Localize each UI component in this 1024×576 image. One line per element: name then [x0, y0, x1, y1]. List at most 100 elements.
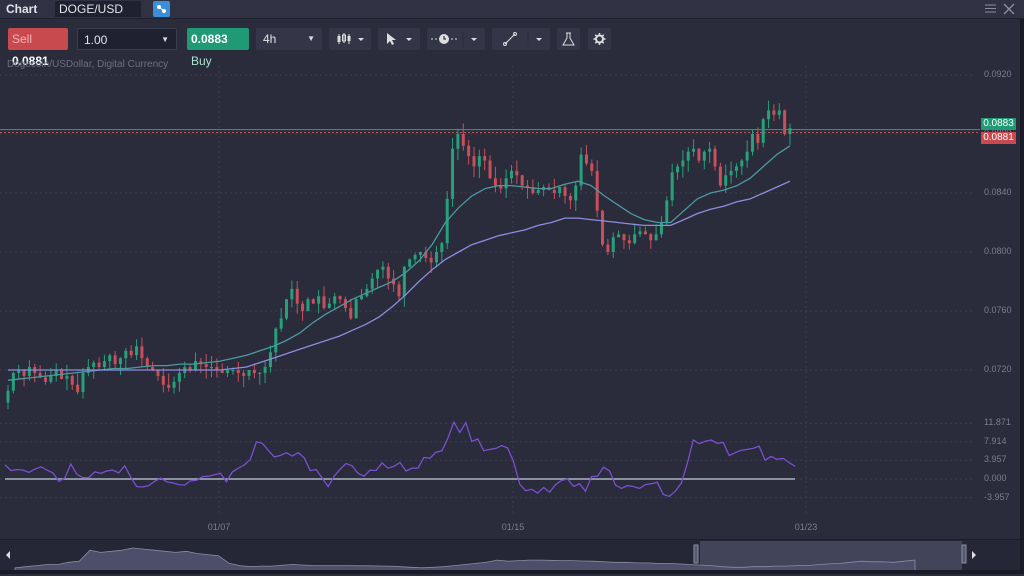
candle-body	[493, 178, 497, 186]
candle-body	[584, 154, 588, 164]
navigator-left-handle[interactable]	[693, 544, 699, 564]
candle-body	[718, 166, 722, 186]
candle-body	[783, 110, 787, 134]
candle-body	[370, 278, 374, 289]
candle-body	[306, 299, 310, 311]
candle-body	[777, 110, 781, 115]
right-border	[1020, 19, 1024, 574]
candle-body	[418, 252, 422, 255]
price-axis-label: 0.0800	[984, 246, 1012, 256]
candle-body	[360, 296, 364, 300]
candle-body	[236, 370, 240, 373]
candle-body	[429, 257, 433, 263]
candle-body	[301, 303, 305, 311]
candle-body	[568, 195, 572, 201]
candle-body	[102, 361, 106, 368]
candle-body	[97, 362, 101, 368]
candle-body	[290, 288, 294, 300]
candle-body	[440, 243, 444, 252]
candle-body	[574, 185, 578, 201]
candle-body	[317, 296, 321, 304]
bid-price-tag: 0.0881	[981, 132, 1016, 144]
candle-body	[274, 328, 278, 353]
candle-body	[740, 160, 744, 167]
price-chart[interactable]: 01/07 01/15 01/23	[0, 0, 1020, 540]
candle-body	[354, 299, 358, 319]
candle-body	[381, 266, 385, 270]
candle-body	[242, 372, 246, 376]
candle-body	[665, 200, 669, 223]
scroll-left-icon[interactable]	[6, 551, 10, 559]
price-axis-label: 0.0760	[984, 305, 1012, 315]
scroll-right-icon[interactable]	[972, 551, 976, 559]
candle-body	[467, 145, 471, 157]
candle-body	[788, 128, 792, 134]
candle-body	[724, 175, 728, 186]
candle-body	[43, 377, 47, 382]
candle-body	[263, 367, 267, 373]
candle-body	[338, 296, 342, 300]
candle-body	[322, 296, 326, 309]
candle-body	[210, 367, 214, 369]
candle-body	[135, 346, 139, 356]
candle-body	[76, 384, 80, 393]
candle-body	[6, 390, 10, 403]
candle-body	[247, 370, 251, 376]
candle-body	[434, 252, 438, 263]
candle-body	[172, 381, 176, 388]
navigator-right-handle[interactable]	[961, 544, 967, 564]
candle-body	[558, 187, 562, 193]
time-axis-label: 01/07	[208, 522, 231, 532]
candle-body	[579, 154, 583, 186]
ask-price-tag: 0.0883	[981, 118, 1016, 130]
candle-body	[649, 234, 653, 241]
candle-body	[81, 372, 85, 393]
candle-body	[279, 318, 283, 329]
candle-body	[376, 269, 380, 279]
candle-body	[65, 375, 69, 379]
navigator[interactable]	[0, 539, 1020, 572]
candle-body	[108, 355, 112, 362]
osc-axis-label: 3.957	[984, 454, 1007, 465]
candle-body	[49, 375, 53, 382]
candle-body	[761, 119, 765, 143]
candle-body	[477, 156, 481, 167]
candle-body	[601, 210, 605, 245]
candle-body	[295, 288, 299, 304]
candle-body	[167, 384, 171, 388]
candle-body	[643, 231, 647, 235]
price-axis-label: 0.0920	[984, 69, 1012, 79]
osc-axis-label: 0.000	[984, 473, 1007, 483]
candle-body	[611, 237, 615, 252]
candle-body	[686, 151, 690, 161]
candle-body	[397, 284, 401, 297]
osc-axis-label: -3.957	[984, 491, 1010, 502]
candle-body	[536, 190, 540, 193]
candle-body	[349, 308, 353, 319]
candle-body	[515, 170, 519, 176]
candle-body	[606, 244, 610, 252]
candle-body	[692, 148, 696, 152]
candle-body	[311, 299, 315, 304]
candle-body	[333, 296, 337, 304]
candle-body	[627, 240, 631, 244]
candle-body	[161, 375, 165, 385]
candle-body	[193, 361, 197, 370]
candle-body	[461, 134, 465, 146]
candle-body	[702, 151, 706, 161]
navigator-area[interactable]	[0, 540, 1020, 572]
ma-slow-line	[8, 180, 791, 371]
candle-body	[751, 134, 755, 152]
candle-body	[745, 151, 749, 161]
candle-body	[22, 370, 26, 376]
candle-body	[697, 148, 701, 161]
candle-body	[708, 148, 712, 152]
candle-body	[552, 190, 556, 193]
candle-body	[654, 234, 658, 241]
candle-body	[713, 148, 717, 167]
candle-body	[734, 166, 738, 171]
candle-body	[729, 170, 733, 176]
candle-body	[386, 266, 390, 279]
candle-body	[638, 231, 642, 235]
candle-body	[113, 355, 117, 365]
